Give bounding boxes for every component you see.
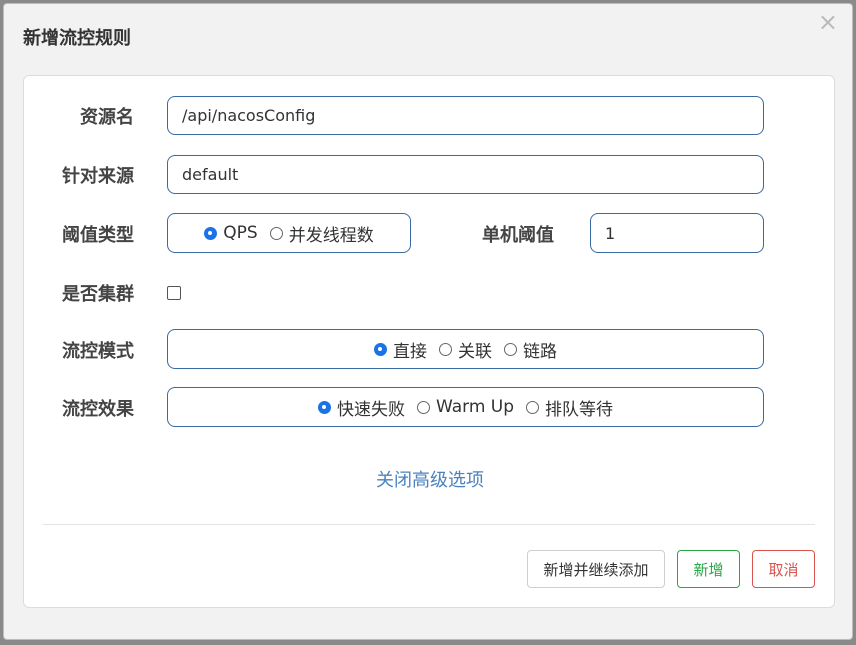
radio-label: Warm Up: [435, 397, 515, 417]
resource-name-label: 资源名: [80, 107, 134, 128]
threshold-type-qps-radio[interactable]: QPS: [204, 223, 258, 243]
flow-mode-direct-radio[interactable]: 直接: [374, 337, 427, 362]
threshold-type-label: 阈值类型: [62, 225, 134, 246]
footer-divider: [43, 524, 815, 525]
add-flow-rule-dialog: 新增流控规则 × 资源名 针对来源 阈值类型 QPS 并发线程数 单机阈值: [3, 3, 853, 640]
radio-unchecked-icon: [416, 400, 430, 414]
radio-label: 排队等待: [545, 399, 614, 420]
radio-label: 关联: [458, 341, 492, 362]
flow-effect-group: 快速失败 Warm Up 排队等待: [167, 387, 764, 427]
limit-app-input[interactable]: [167, 155, 764, 194]
close-icon[interactable]: ×: [818, 10, 838, 34]
flow-mode-relate-radio[interactable]: 关联: [439, 337, 492, 362]
radio-label: QPS: [223, 223, 258, 243]
radio-label: 链路: [523, 341, 557, 362]
flow-mode-chain-radio[interactable]: 链路: [504, 337, 557, 362]
radio-unchecked-icon: [269, 226, 283, 240]
radio-checked-icon: [204, 226, 218, 240]
radio-checked-icon: [374, 342, 387, 356]
radio-unchecked-icon: [439, 342, 452, 356]
radio-checked-icon: [317, 400, 331, 414]
add-button[interactable]: 新增: [677, 550, 740, 588]
radio-unchecked-icon: [504, 342, 517, 356]
cluster-mode-label: 是否集群: [62, 284, 134, 305]
radio-label: 快速失败: [336, 399, 405, 420]
threshold-type-thread-radio[interactable]: 并发线程数: [269, 221, 374, 246]
form-panel: 资源名 针对来源 阈值类型 QPS 并发线程数 单机阈值 是否集群: [23, 75, 835, 608]
radio-unchecked-icon: [526, 400, 540, 414]
cancel-button[interactable]: 取消: [752, 550, 815, 588]
resource-name-input[interactable]: [167, 96, 764, 135]
flow-effect-warm-up-radio[interactable]: Warm Up: [416, 397, 515, 417]
toggle-advanced-options-link[interactable]: 关闭高级选项: [24, 466, 836, 492]
threshold-type-group: QPS 并发线程数: [167, 213, 411, 253]
single-threshold-label: 单机阈值: [482, 225, 554, 246]
radio-label: 直接: [393, 341, 427, 362]
dialog-title: 新增流控规则: [23, 28, 131, 49]
flow-mode-label: 流控模式: [62, 341, 134, 362]
flow-mode-group: 直接 关联 链路: [167, 329, 764, 369]
add-and-continue-button[interactable]: 新增并继续添加: [527, 550, 665, 588]
cluster-mode-checkbox[interactable]: [167, 286, 181, 300]
flow-effect-label: 流控效果: [62, 399, 134, 420]
radio-label: 并发线程数: [288, 225, 374, 246]
limit-app-label: 针对来源: [62, 166, 134, 187]
flow-effect-queue-radio[interactable]: 排队等待: [526, 395, 613, 420]
single-threshold-input[interactable]: [590, 213, 764, 253]
flow-effect-fast-fail-radio[interactable]: 快速失败: [317, 395, 405, 420]
